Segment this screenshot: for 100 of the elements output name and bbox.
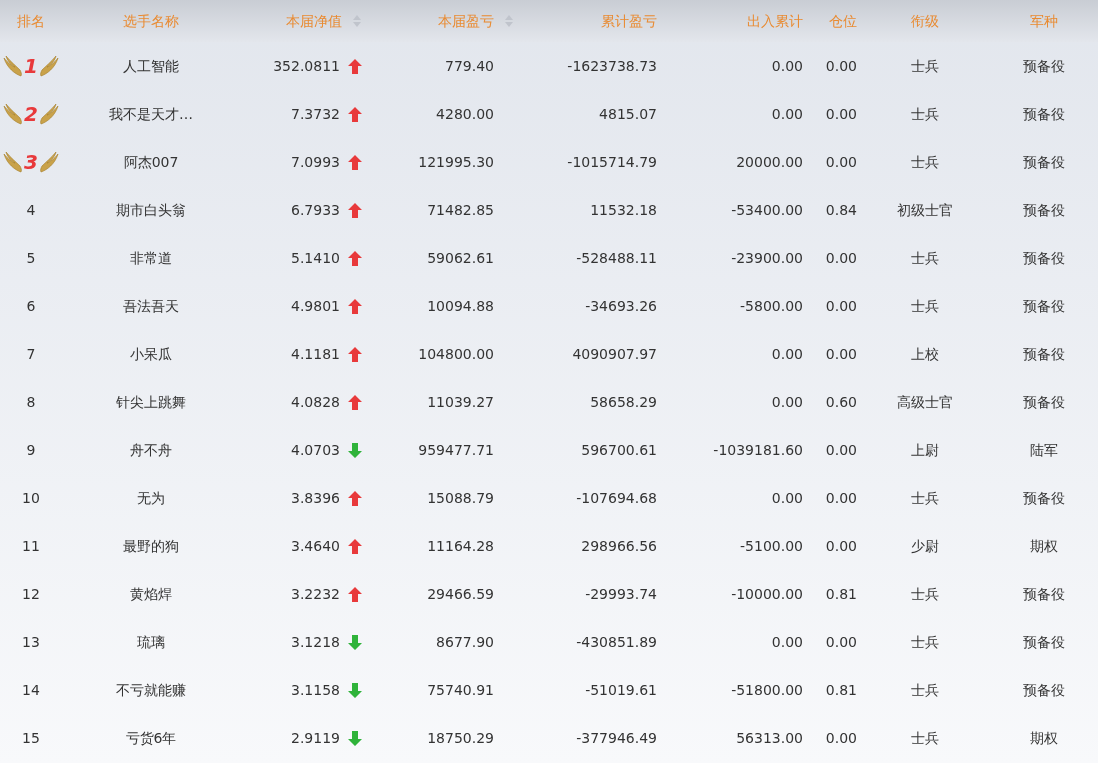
- rank-number: 2: [24, 101, 38, 128]
- net-value: 3.1158: [291, 680, 340, 700]
- column-header: 仓位: [829, 11, 857, 31]
- total-profit-value: -528488.11: [576, 248, 657, 268]
- player-name: 琉璃: [137, 632, 165, 652]
- player-name: 人工智能: [123, 56, 179, 76]
- profit-value: 29466.59: [427, 584, 494, 604]
- net-value: 2.9119: [291, 728, 340, 748]
- profit-value: 959477.71: [418, 440, 494, 460]
- profit-value: 104800.00: [418, 344, 494, 364]
- player-name: 吾法吾天: [123, 296, 179, 316]
- total-profit-value: -29993.74: [585, 584, 657, 604]
- profit-value: 71482.85: [427, 200, 494, 220]
- wing-icon: [3, 54, 24, 78]
- rank-number: 10: [22, 488, 40, 508]
- rank-number: 9: [26, 440, 36, 460]
- branch-name: 预备役: [1023, 104, 1065, 124]
- profit-value: 779.40: [445, 56, 494, 76]
- flow-total-value: -53400.00: [731, 200, 803, 220]
- rank-number: 14: [22, 680, 40, 700]
- column-header: 排名: [17, 11, 45, 31]
- net-value: 352.0811: [273, 56, 340, 76]
- wing-icon: [38, 150, 59, 174]
- position-value: 0.00: [825, 632, 857, 652]
- profit-value: 18750.29: [427, 728, 494, 748]
- flow-total-value: -1039181.60: [713, 440, 803, 460]
- branch-name: 预备役: [1023, 392, 1065, 412]
- total-profit-value: -430851.89: [576, 632, 657, 652]
- rank-title: 士兵: [911, 488, 939, 508]
- rank-title: 士兵: [911, 248, 939, 268]
- rank-title: 士兵: [911, 296, 939, 316]
- column-header[interactable]: 本届净值: [286, 10, 362, 32]
- flow-total-value: -5800.00: [740, 296, 803, 316]
- total-profit-value: -34693.26: [585, 296, 657, 316]
- player-name: 舟不舟: [130, 440, 172, 460]
- sort-icon[interactable]: [504, 14, 514, 28]
- profit-value: 4280.00: [436, 104, 494, 124]
- rank-number: 3: [24, 149, 38, 176]
- profit-value: 11164.28: [427, 536, 494, 556]
- rank-title: 士兵: [911, 104, 939, 124]
- total-profit-value: 298966.56: [581, 536, 657, 556]
- player-name: 针尖上跳舞: [116, 392, 186, 412]
- sort-icon[interactable]: [352, 14, 362, 28]
- position-value: 0.00: [825, 344, 857, 364]
- flow-total-value: 0.00: [771, 344, 803, 364]
- rank-number: 12: [22, 584, 40, 604]
- player-name: 亏货6年: [125, 728, 177, 748]
- branch-name: 期权: [1030, 728, 1058, 748]
- total-profit-value: 596700.61: [581, 440, 657, 460]
- player-name: 阿杰007: [123, 152, 179, 172]
- net-value: 4.0703: [291, 440, 340, 460]
- column-header: 军种: [1030, 11, 1058, 31]
- player-name: 期市白头翁: [116, 200, 186, 220]
- branch-name: 预备役: [1023, 296, 1065, 316]
- column-header: 选手名称: [123, 11, 179, 31]
- flow-total-value: 0.00: [771, 392, 803, 412]
- total-profit-value: -107694.68: [576, 488, 657, 508]
- position-value: 0.00: [825, 56, 857, 76]
- total-profit-value: 4815.07: [599, 104, 657, 124]
- flow-total-value: 20000.00: [736, 152, 803, 172]
- rank-title: 初级士官: [897, 200, 953, 220]
- position-value: 0.00: [825, 488, 857, 508]
- net-value: 7.3732: [291, 104, 340, 124]
- net-value: 3.8396: [291, 488, 340, 508]
- player-name: 黄焰焊: [130, 584, 172, 604]
- net-value: 3.1218: [291, 632, 340, 652]
- position-value: 0.00: [825, 440, 857, 460]
- flow-total-value: -51800.00: [731, 680, 803, 700]
- position-value: 0.00: [825, 536, 857, 556]
- rank-number: 13: [22, 632, 40, 652]
- position-value: 0.81: [825, 584, 857, 604]
- total-profit-value: -51019.61: [585, 680, 657, 700]
- branch-name: 期权: [1030, 536, 1058, 556]
- profit-value: 11039.27: [427, 392, 494, 412]
- position-value: 0.60: [825, 392, 857, 412]
- wing-icon: [38, 102, 59, 126]
- rank-number: 4: [26, 200, 36, 220]
- position-value: 0.00: [825, 104, 857, 124]
- branch-name: 预备役: [1023, 584, 1065, 604]
- flow-total-value: 0.00: [771, 488, 803, 508]
- rank-title: 士兵: [911, 56, 939, 76]
- branch-name: 预备役: [1023, 344, 1065, 364]
- wing-icon: [3, 150, 24, 174]
- position-value: 0.00: [825, 728, 857, 748]
- rank-number: 15: [22, 728, 40, 748]
- rank-number: 6: [26, 296, 36, 316]
- branch-name: 预备役: [1023, 56, 1065, 76]
- position-value: 0.00: [825, 248, 857, 268]
- profit-value: 15088.79: [427, 488, 494, 508]
- column-header[interactable]: 本届盈亏: [438, 10, 514, 32]
- profit-value: 75740.91: [427, 680, 494, 700]
- flow-total-value: -23900.00: [731, 248, 803, 268]
- position-value: 0.84: [825, 200, 857, 220]
- net-value: 5.1410: [291, 248, 340, 268]
- net-value: 7.0993: [291, 152, 340, 172]
- wing-icon: [38, 54, 59, 78]
- rank-title: 士兵: [911, 632, 939, 652]
- player-name: 最野的狗: [123, 536, 179, 556]
- total-profit-value: 4090907.97: [572, 344, 657, 364]
- branch-name: 预备役: [1023, 152, 1065, 172]
